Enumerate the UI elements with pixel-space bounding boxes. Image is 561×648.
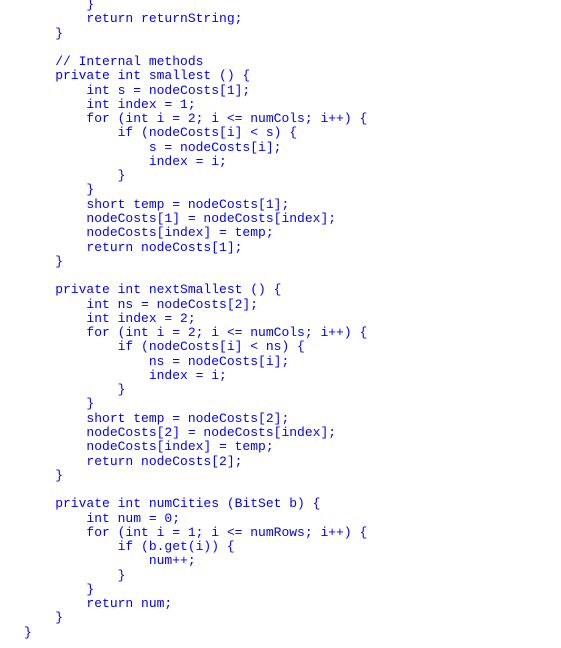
code-line: index = i; [24,367,227,383]
code-line: short temp = nodeCosts[1]; [24,196,290,212]
code-line: ns = nodeCosts[i]; [24,353,290,369]
code-line: } [24,25,64,41]
code-line: return nodeCosts[1]; [24,239,243,255]
code-line: } [24,624,32,640]
code-line: } [24,396,95,412]
code-line: short temp = nodeCosts[2]; [24,410,290,426]
code-line: nodeCosts[index] = temp; [24,225,274,241]
code-line: num++; [24,553,196,569]
code-line: return returnString; [24,11,243,27]
code-line: return num; [24,596,173,612]
code-line: if (b.get(i)) { [24,539,235,555]
code-line: s = nodeCosts[i]; [24,139,282,155]
code-line: return nodeCosts[2]; [24,453,243,469]
code-line: int index = 1; [24,96,196,112]
code-line: if (nodeCosts[i] < ns) { [24,339,305,355]
code-line: nodeCosts[2] = nodeCosts[index]; [24,424,337,440]
code-line: } [24,253,64,269]
code-line: private int smallest () { [24,68,251,84]
code-line: nodeCosts[index] = temp; [24,439,274,455]
code-line: int index = 2; [24,310,196,326]
code-listing: } return returnString; } // Internal met… [24,0,367,640]
code-line: int num = 0; [24,510,181,526]
code-line: private int nextSmallest () { [24,282,282,298]
code-line: nodeCosts[1] = nodeCosts[index]; [24,210,337,226]
code-line: for (int i = 2; i <= numCols; i++) { [24,111,368,127]
code-line: index = i; [24,153,227,169]
code-line: } [24,168,126,184]
code-line: } [24,581,95,597]
code-line: for (int i = 2; i <= numCols; i++) { [24,325,368,341]
code-line: if (nodeCosts[i] < s) { [24,125,298,141]
code-line: } [24,467,64,483]
code-line: int ns = nodeCosts[2]; [24,296,259,312]
code-line: } [24,567,126,583]
code-line: private int numCities (BitSet b) { [24,496,321,512]
code-line: // Internal methods [24,54,204,70]
code-line: for (int i = 1; i <= numRows; i++) { [24,524,368,540]
code-line: } [24,610,64,626]
code-line: int s = nodeCosts[1]; [24,82,251,98]
code-line: } [24,382,126,398]
code-line: } [24,182,95,198]
